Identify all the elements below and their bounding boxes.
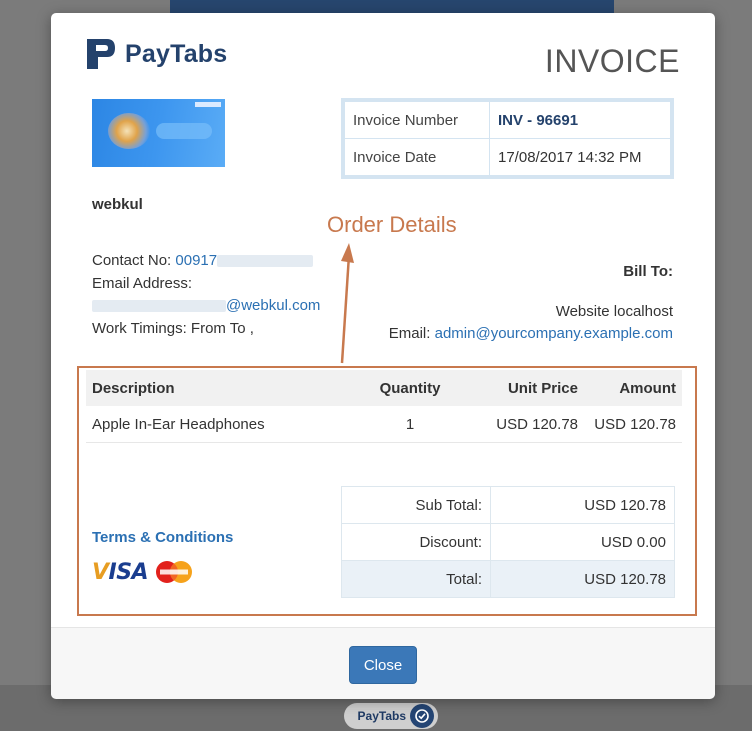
item-unit-price: USD 120.78 — [460, 406, 584, 443]
order-details-annotation: Order Details — [327, 212, 457, 237]
verified-check-icon — [410, 704, 434, 728]
item-description: Apple In-Ear Headphones — [86, 406, 360, 443]
subtotal-label: Sub Total: — [341, 486, 491, 524]
paytabs-logo-icon — [87, 39, 115, 69]
bill-to-heading: Bill To: — [623, 263, 673, 280]
modal-footer: Close — [51, 627, 715, 699]
merchant-logo-image — [92, 99, 225, 167]
contact-label: Contact No: — [92, 252, 172, 269]
invoice-meta-table: Invoice Number INV - 96691 Invoice Date … — [341, 98, 674, 179]
invoice-number-value: INV - 96691 — [489, 101, 671, 139]
annotation-arrow-icon — [340, 243, 354, 364]
powered-by-label: PayTabs — [357, 709, 406, 723]
redacted-email — [92, 300, 226, 313]
email-label: Email Address: — [92, 274, 193, 292]
bill-to-name: Website localhost — [555, 303, 673, 320]
column-header-quantity: Quantity — [360, 370, 460, 406]
item-amount: USD 120.78 — [584, 406, 682, 443]
powered-by-badge: PayTabs — [344, 703, 438, 729]
close-button[interactable]: Close — [349, 646, 417, 684]
bill-to-block: Bill To: Website localhost Email: admin@… — [389, 261, 673, 345]
merchant-email-link[interactable]: @webkul.com — [226, 297, 320, 314]
merchant-contact-block: Contact No: 00917 Email Address: @webkul… — [92, 250, 320, 340]
table-row: Total: USD 120.78 — [341, 560, 675, 598]
invoice-title: INVOICE — [544, 43, 680, 79]
order-items-table: Description Quantity Unit Price Amount A… — [86, 370, 682, 443]
column-header-amount: Amount — [584, 370, 682, 406]
merchant-name: webkul — [92, 196, 143, 213]
table-row: Discount: USD 0.00 — [341, 523, 675, 561]
item-quantity: 1 — [360, 406, 460, 443]
redacted-contact — [217, 255, 314, 268]
terms-and-conditions-link[interactable]: Terms & Conditions — [92, 529, 233, 546]
visa-logo: VISA — [92, 559, 149, 585]
column-header-description: Description — [86, 370, 360, 406]
discount-label: Discount: — [341, 523, 491, 561]
invoice-number-label: Invoice Number — [344, 101, 490, 139]
subtotal-value: USD 120.78 — [490, 486, 675, 524]
total-value: USD 120.78 — [490, 560, 675, 598]
total-label: Total: — [341, 560, 491, 598]
contact-number-link[interactable]: 00917 — [175, 252, 217, 269]
bill-to-email-label: Email: — [388, 325, 431, 342]
mastercard-logo — [156, 561, 193, 583]
table-row: Sub Total: USD 120.78 — [341, 486, 675, 524]
accepted-cards: VISA — [92, 559, 196, 585]
invoice-modal: PayTabs INVOICE Invoice Number INV - 966… — [51, 13, 715, 699]
invoice-date-label: Invoice Date — [344, 138, 490, 176]
brand-name: PayTabs — [125, 39, 228, 68]
totals-table: Sub Total: USD 120.78 Discount: USD 0.00… — [341, 486, 675, 598]
table-row: Apple In-Ear Headphones 1 USD 120.78 USD… — [86, 406, 682, 443]
invoice-date-value: 17/08/2017 14:32 PM — [489, 138, 671, 176]
column-header-unit-price: Unit Price — [460, 370, 584, 406]
discount-value: USD 0.00 — [490, 523, 675, 561]
work-timings: Work Timings: From To , — [92, 319, 254, 337]
paytabs-logo: PayTabs — [85, 37, 227, 71]
bill-to-email-link[interactable]: admin@yourcompany.example.com — [435, 325, 673, 342]
